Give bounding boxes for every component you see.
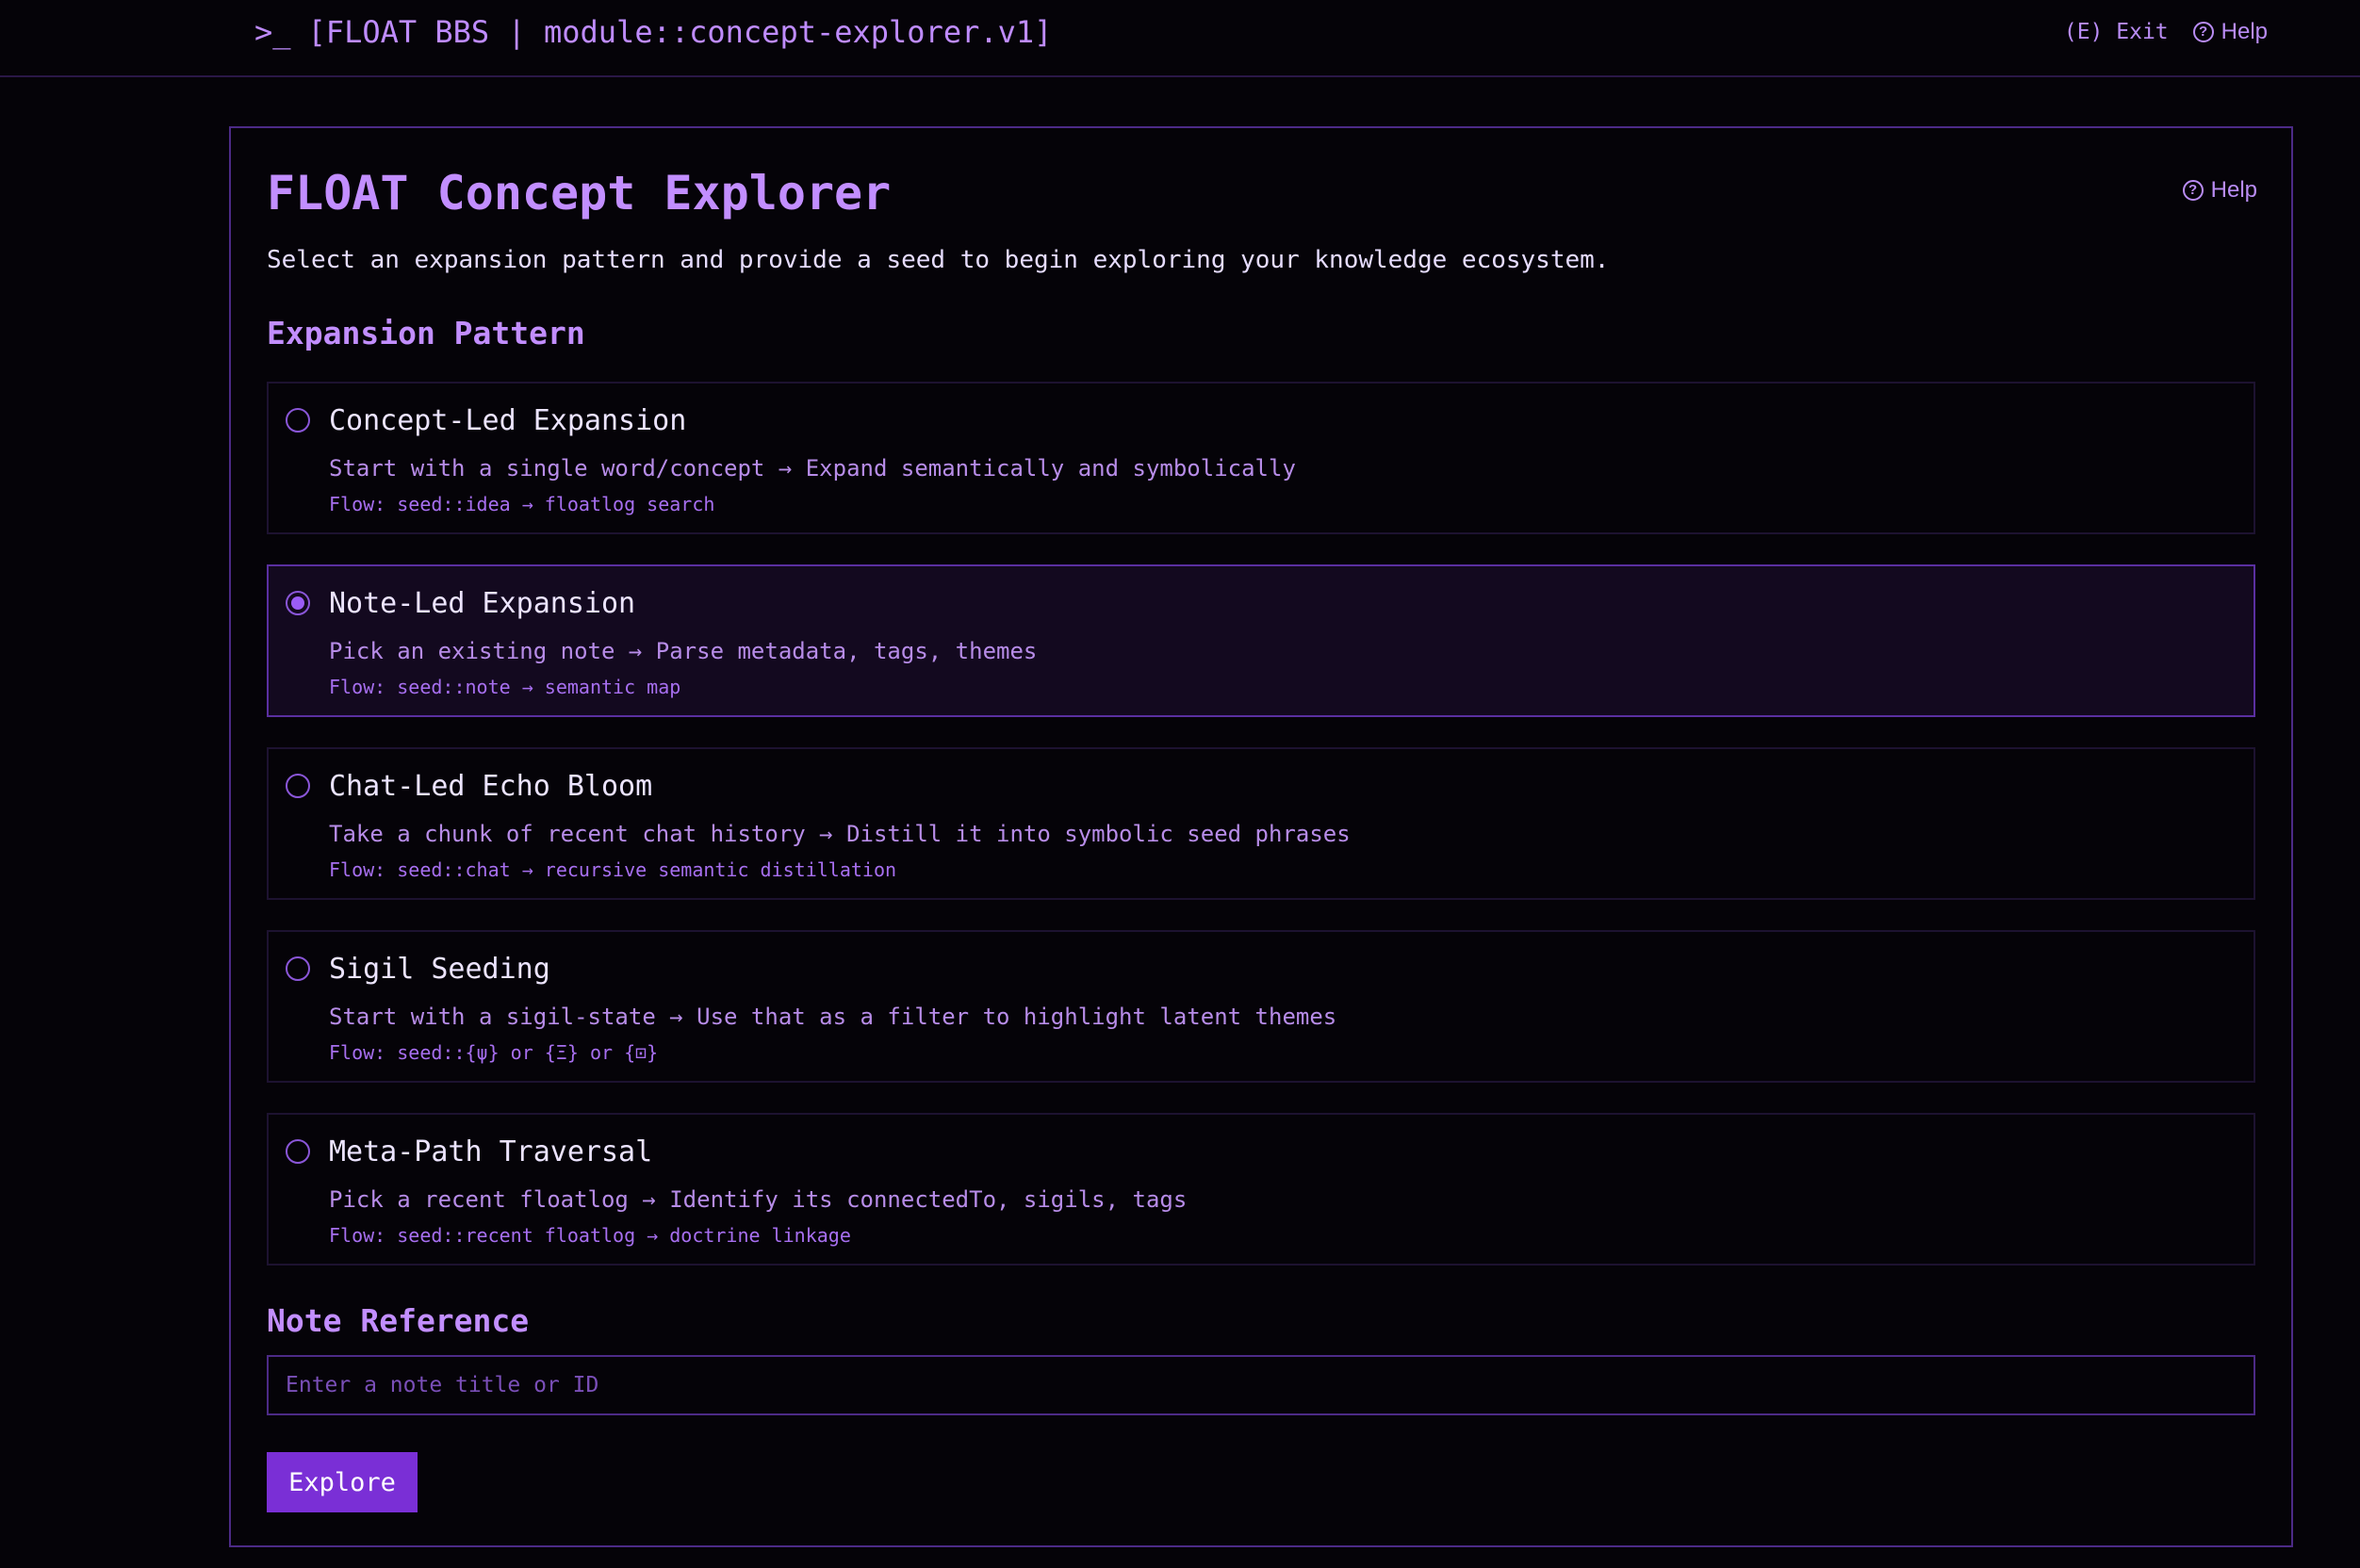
note-reference-heading: Note Reference <box>267 1302 530 1339</box>
radio-button[interactable] <box>286 774 310 798</box>
option-description: Pick a recent floatlog → Identify its co… <box>329 1186 1188 1213</box>
terminal-prompt-icon: >_ <box>254 14 291 50</box>
option-title: Sigil Seeding <box>329 953 550 986</box>
panel-help-button[interactable]: ? Help <box>2182 177 2257 204</box>
option-description: Start with a single word/concept → Expan… <box>329 455 1296 482</box>
option-flow: Flow: seed::note → semantic map <box>329 676 681 698</box>
option-title: Note-Led Expansion <box>329 587 636 620</box>
option-meta-path-traversal[interactable]: Meta-Path Traversal Pick a recent floatl… <box>267 1113 2255 1266</box>
top-help-button[interactable]: ? Help <box>2192 17 2268 47</box>
option-concept-led-expansion[interactable]: Concept-Led Expansion Start with a singl… <box>267 382 2255 534</box>
option-flow: Flow: seed::chat → recursive semantic di… <box>329 858 897 881</box>
help-circle-icon: ? <box>2182 180 2204 201</box>
radio-button[interactable] <box>286 408 310 433</box>
option-title: Chat-Led Echo Bloom <box>329 770 653 803</box>
option-flow: Flow: seed::{ψ} or {Ξ} or {⊡} <box>329 1041 659 1064</box>
app-title: >_ [FLOAT BBS | module::concept-explorer.… <box>254 13 1052 51</box>
option-sigil-seeding[interactable]: Sigil Seeding Start with a sigil-state →… <box>267 930 2255 1083</box>
top-help-label: Help <box>2221 19 2268 44</box>
option-title: Meta-Path Traversal <box>329 1135 653 1168</box>
page-subtitle: Select an expansion pattern and provide … <box>267 246 1610 274</box>
option-flow: Flow: seed::idea → floatlog search <box>329 493 715 515</box>
option-chat-led-echo-bloom[interactable]: Chat-Led Echo Bloom Take a chunk of rece… <box>267 747 2255 900</box>
panel-help-label: Help <box>2210 177 2257 203</box>
help-circle-icon: ? <box>2192 22 2214 42</box>
expansion-pattern-heading: Expansion Pattern <box>267 315 585 351</box>
radio-button[interactable] <box>286 956 310 981</box>
option-title: Concept-Led Expansion <box>329 404 687 437</box>
page-title: FLOAT Concept Explorer <box>267 166 892 220</box>
option-note-led-expansion[interactable]: Note-Led Expansion Pick an existing note… <box>267 564 2255 717</box>
option-description: Take a chunk of recent chat history → Di… <box>329 821 1351 847</box>
radio-button[interactable] <box>286 1139 310 1164</box>
top-bar: >_ [FLOAT BBS | module::concept-explorer.… <box>0 0 2360 77</box>
radio-button-selected[interactable] <box>286 591 310 615</box>
concept-explorer-panel: ? Help FLOAT Concept Explorer Select an … <box>229 126 2293 1547</box>
top-actions: (E) Exit ? Help <box>2064 17 2268 47</box>
option-description: Start with a sigil-state → Use that as a… <box>329 1004 1337 1030</box>
exit-button[interactable]: (E) Exit <box>2064 17 2169 47</box>
option-description: Pick an existing note → Parse metadata, … <box>329 638 1038 664</box>
note-reference-input[interactable] <box>267 1355 2255 1415</box>
option-flow: Flow: seed::recent floatlog → doctrine l… <box>329 1224 851 1247</box>
explore-button[interactable]: Explore <box>267 1452 418 1512</box>
app-title-text: [FLOAT BBS | module::concept-explorer.v1… <box>307 14 1053 50</box>
